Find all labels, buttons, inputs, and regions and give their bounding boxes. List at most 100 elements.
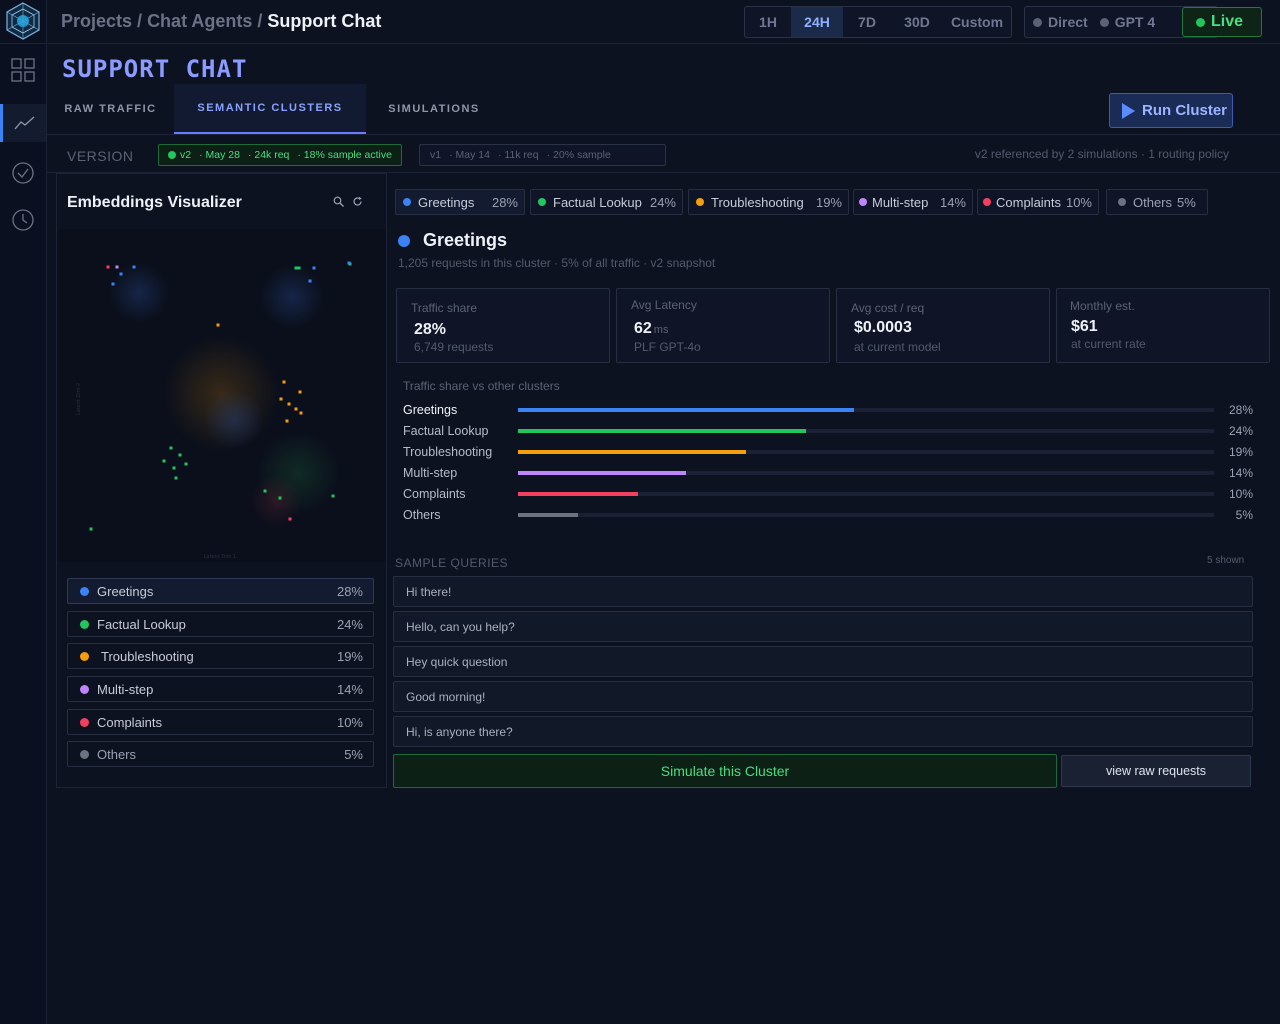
chip-dot-icon [696, 198, 704, 206]
share-bar-label: Multi-step [403, 466, 458, 480]
share-bar-track [518, 471, 1214, 475]
chip-multi-step[interactable]: Multi-step 14% [853, 189, 973, 215]
chip-troubleshooting[interactable]: Troubleshooting 19% [688, 189, 849, 215]
embeddings-panel: Embeddings Visualizer Latent Dim 1 Laten… [56, 173, 387, 788]
share-bar-row[interactable]: Greetings 28% [403, 402, 1253, 418]
embedding-point [299, 411, 303, 415]
time-custom[interactable]: Custom [943, 7, 1011, 37]
sample-queries-count: 5 shown [1207, 555, 1245, 566]
metric-traffic-share: Traffic share 28% 6,749 requests [396, 288, 610, 363]
sample-query-item[interactable]: Hi, is anyone there? [393, 716, 1253, 747]
share-bar-row[interactable]: Multi-step 14% [403, 465, 1253, 481]
chip-others[interactable]: Others 5% [1106, 189, 1208, 215]
version-chip-v2[interactable]: v2 · May 28 · 24k req · 18% sample activ… [158, 144, 402, 166]
embedding-point [285, 419, 289, 423]
embedding-point [178, 453, 182, 457]
share-bar-track [518, 408, 1214, 412]
check-circle-icon [12, 162, 34, 184]
legend-item-greetings[interactable]: Greetings 28% [67, 578, 374, 604]
share-bar-row[interactable]: Others 5% [403, 507, 1253, 523]
version-usage-info: v2 referenced by 2 simulations · 1 routi… [974, 147, 1229, 161]
cluster-density-blob [204, 389, 264, 449]
routing-mode: Direct [1048, 14, 1088, 30]
embedding-point [308, 279, 312, 283]
zoom-icon[interactable] [333, 196, 344, 207]
tab-raw-traffic[interactable]: RAW TRAFFIC [47, 84, 174, 134]
embedding-point [288, 517, 292, 521]
chip-dot-icon [538, 198, 546, 206]
legend-dot-icon [80, 586, 89, 596]
metric-monthly-estimate: Monthly est. $61 at current rate [1056, 288, 1270, 363]
chip-factual-lookup[interactable]: Factual Lookup 24% [530, 189, 683, 215]
embedding-point [294, 407, 298, 411]
run-cluster-button[interactable]: Run Cluster [1109, 93, 1233, 128]
grid-icon [11, 58, 35, 82]
legend-item-factual-lookup[interactable]: Factual Lookup 24% [67, 611, 374, 637]
share-bar-value: 28% [1228, 403, 1253, 417]
share-bar-value: 19% [1228, 445, 1253, 459]
simulate-cluster-button[interactable]: Simulate this Cluster [393, 754, 1057, 788]
legend-item-troubleshooting[interactable]: Troubleshooting 19% [67, 643, 374, 669]
share-bar-fill [518, 492, 638, 496]
legend-item-complaints[interactable]: Complaints 10% [67, 709, 374, 735]
sample-query-item[interactable]: Hi there! [393, 576, 1253, 607]
share-bar-track [518, 513, 1214, 517]
embeddings-scatter-plot[interactable]: Latent Dim 1 Latent Dim 2 [58, 229, 386, 562]
embedding-point [263, 489, 267, 493]
tab-simulations[interactable]: SIMULATIONS [366, 84, 502, 134]
time-24h[interactable]: 24H [791, 7, 843, 37]
live-toggle[interactable]: Live [1182, 7, 1262, 37]
metric-avg-latency: Avg Latency 62 ms PLF GPT-4o [616, 288, 830, 363]
nav-dashboard[interactable] [0, 51, 46, 89]
sample-query-item[interactable]: Good morning! [393, 681, 1253, 712]
top-bar: Projects / Chat Agents / Support Chat 1H… [47, 0, 1280, 44]
nav-analytics[interactable] [0, 104, 46, 142]
share-bar-track [518, 429, 1214, 433]
selected-cluster-subtitle: 1,205 requests in this cluster · 5% of a… [398, 256, 716, 270]
share-bar-label: Troubleshooting [403, 445, 493, 459]
share-bar-value: 10% [1228, 487, 1253, 501]
legend-dot-icon [80, 717, 89, 727]
legend-item-others[interactable]: Others 5% [67, 741, 374, 767]
selected-cluster-title: Greetings [398, 230, 507, 251]
embedding-point [172, 466, 176, 470]
breadcrumb-current: Support Chat [267, 11, 382, 31]
legend-item-multi-step[interactable]: Multi-step 14% [67, 676, 374, 702]
status-dot-icon [1099, 17, 1109, 27]
share-bar-row[interactable]: Troubleshooting 19% [403, 444, 1253, 460]
embedding-point [115, 265, 119, 269]
nav-rail [0, 0, 47, 1024]
chip-greetings[interactable]: Greetings 28% [395, 189, 525, 215]
routing-model: GPT 4 [1114, 14, 1156, 30]
status-dot-icon [1033, 17, 1042, 27]
time-1h[interactable]: 1H [745, 7, 791, 37]
embedding-point [312, 266, 316, 270]
time-7d[interactable]: 7D [843, 7, 891, 37]
nav-evaluations[interactable] [0, 154, 46, 192]
share-bar-row[interactable]: Complaints 10% [403, 486, 1253, 502]
embedding-point [106, 265, 110, 269]
live-dot-icon [1196, 17, 1205, 27]
active-dot-icon [168, 151, 176, 159]
tab-semantic-clusters[interactable]: SEMANTIC CLUSTERS [174, 84, 366, 134]
share-bar-row[interactable]: Factual Lookup 24% [403, 423, 1253, 439]
sample-query-item[interactable]: Hey quick question [393, 646, 1253, 677]
sample-query-item[interactable]: Hello, can you help? [393, 611, 1253, 642]
time-30d[interactable]: 30D [891, 7, 943, 37]
app-logo-icon[interactable] [3, 1, 43, 41]
embedding-point [132, 265, 136, 269]
time-range-selector: 1H 24H 7D 30D Custom [744, 6, 1012, 38]
version-chip-v1[interactable]: v1 · May 14 · 11k req · 20% sample [419, 144, 666, 166]
embedding-point [297, 266, 301, 270]
chip-dot-icon [983, 198, 991, 206]
breadcrumb-projects[interactable]: Projects [61, 11, 132, 31]
embedding-point [89, 527, 93, 531]
view-raw-requests-button[interactable]: view raw requests [1061, 755, 1251, 787]
metric-avg-cost: Avg cost / req $0.0003 at current model [836, 288, 1050, 363]
visualizer-title: Embeddings Visualizer [67, 194, 242, 211]
nav-history[interactable] [0, 201, 46, 239]
breadcrumb-chat-agents[interactable]: Chat Agents [147, 11, 252, 31]
embedding-point [184, 462, 188, 466]
chip-complaints[interactable]: Complaints 10% [977, 189, 1099, 215]
refresh-icon[interactable] [352, 196, 363, 207]
